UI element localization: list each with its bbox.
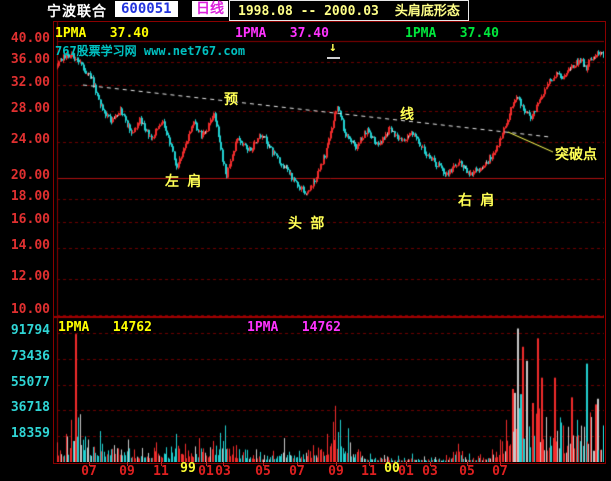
volume-axis-label-91794: 91794 xyxy=(10,323,50,338)
price-ma-label-0: 1PMA 37.40 xyxy=(55,26,149,41)
volume-axis-label-36718: 36718 xyxy=(10,400,50,416)
x-axis-tick-8 xyxy=(336,462,337,466)
chart-annotation-1: 线 xyxy=(400,107,414,123)
volume-axis-label-55077: 55077 xyxy=(10,374,50,390)
volume-axis-label-18359: 18359 xyxy=(10,426,50,442)
x-axis-tick-4 xyxy=(206,462,207,466)
chart-annotation-4: 右 肩 xyxy=(458,193,495,209)
price-axis-label-24.00: 24.00 xyxy=(10,131,50,147)
down-arrow-icon: ↓ xyxy=(329,40,337,55)
period-badge[interactable]: 日线 xyxy=(192,1,228,17)
x-axis-tick-2 xyxy=(161,462,162,466)
x-axis-tick-12 xyxy=(430,462,431,466)
range-box: 1998.08 -- 2000.03 头肩底形态 xyxy=(229,0,469,21)
marker-dash xyxy=(327,57,340,59)
x-axis-label-7-07: 07 xyxy=(289,464,305,479)
volume-ma-label-1: 1PMA 14762 xyxy=(247,320,341,335)
price-axis-label-10.00: 10.00 xyxy=(10,302,50,317)
x-axis-label-14-07: 07 xyxy=(492,464,508,479)
price-axis-label-32.00: 32.00 xyxy=(10,75,50,91)
price-ma-label-2: 1PMA 37.40 xyxy=(405,26,499,41)
price-axis-label-28.00: 28.00 xyxy=(10,101,50,117)
candlestick-volume-chart[interactable] xyxy=(54,22,604,462)
x-axis-tick-6 xyxy=(263,462,264,466)
x-axis-tick-1 xyxy=(127,462,128,466)
price-axis-label-14.00: 14.00 xyxy=(10,238,50,254)
chart-annotation-5: 突破点 xyxy=(555,147,597,163)
price-axis-label-36.00: 36.00 xyxy=(10,51,50,67)
watermark: 767股票学习网 www.net767.com xyxy=(55,44,246,58)
x-axis-tick-14 xyxy=(500,462,501,466)
x-axis-label-8-09: 09 xyxy=(328,464,344,479)
x-axis-tick-13 xyxy=(467,462,468,466)
price-axis-label-40.00: 40.00 xyxy=(10,31,50,46)
x-axis-label-0-07: 07 xyxy=(81,464,97,479)
stock-code-badge: 600051 xyxy=(115,1,178,17)
chart-annotation-2: 左 肩 xyxy=(165,174,202,190)
price-axis-label-16.00: 16.00 xyxy=(10,212,50,228)
price-ma-label-1: 1PMA 37.40 xyxy=(235,26,329,41)
volume-axis-label-73436: 73436 xyxy=(10,348,50,364)
x-axis-tick-7 xyxy=(297,462,298,466)
x-axis-label-13-05: 05 xyxy=(459,464,475,479)
chart-annotation-0: 预 xyxy=(224,92,238,108)
pattern-label: 头肩底形态 xyxy=(394,4,460,19)
x-axis-label-12-03: 03 xyxy=(422,464,438,479)
date-range-label: 1998.08 -- 2000.03 xyxy=(238,4,379,19)
top-bar: 宁波联合 600051 日线 1998.08 -- 2000.03 头肩底形态 xyxy=(0,0,611,21)
volume-ma-label-0: 1PMA 14762 xyxy=(58,320,152,335)
chart-annotation-3: 头 部 xyxy=(288,216,325,232)
x-axis-tick-0 xyxy=(89,462,90,466)
x-axis-label-1-09: 09 xyxy=(119,464,135,479)
x-axis-tick-5 xyxy=(223,462,224,466)
x-axis-label-5-03: 03 xyxy=(215,464,231,479)
price-axis-label-20.00: 20.00 xyxy=(10,167,50,183)
x-axis-label-6-05: 05 xyxy=(255,464,271,479)
x-axis-tick-9 xyxy=(369,462,370,466)
app-window: 宁波联合 600051 日线 1998.08 -- 2000.03 头肩底形态 7… xyxy=(0,0,611,481)
price-axis-label-18.00: 18.00 xyxy=(10,188,50,204)
x-axis-label-2-11: 11 xyxy=(153,464,169,479)
price-axis-label-12.00: 12.00 xyxy=(10,268,50,284)
stock-name: 宁波联合 xyxy=(47,4,107,20)
x-axis-tick-11 xyxy=(406,462,407,466)
